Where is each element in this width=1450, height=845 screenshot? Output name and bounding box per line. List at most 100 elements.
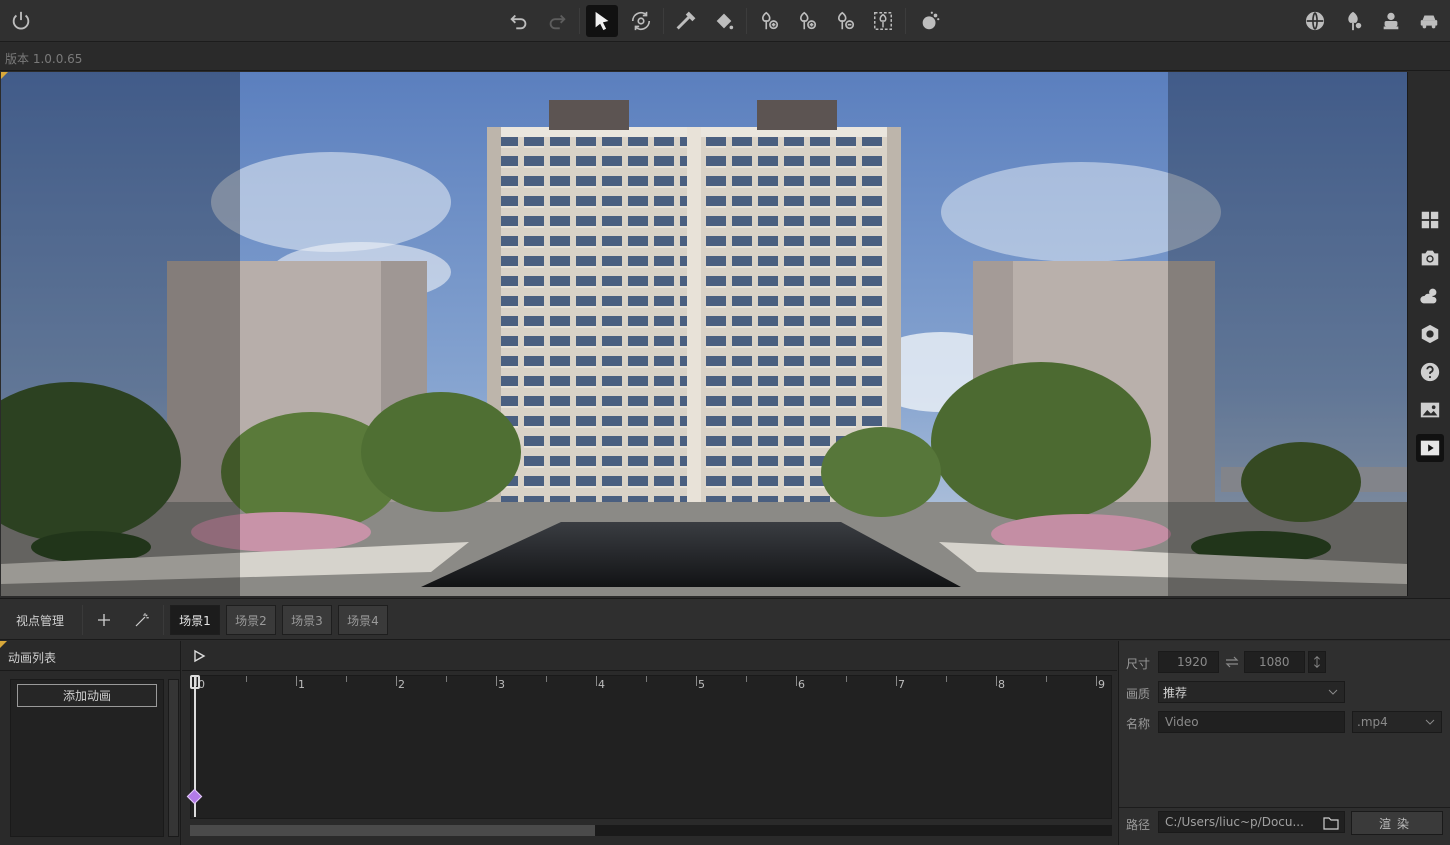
redo-icon[interactable] <box>541 5 573 37</box>
timeline-tick-label: 1 <box>298 678 305 691</box>
globe-icon[interactable] <box>1299 5 1331 37</box>
person-icon[interactable] <box>1375 5 1407 37</box>
car-icon[interactable] <box>1413 5 1445 37</box>
timeline-tick <box>596 676 597 686</box>
format-select[interactable]: .mp4 <box>1352 711 1442 733</box>
image-icon[interactable] <box>1416 396 1444 424</box>
paint-bucket-icon[interactable] <box>708 5 740 37</box>
settings-hex-icon[interactable] <box>1416 320 1444 348</box>
path-input[interactable]: C:/Users/liuc~p/Docu... <box>1158 811 1345 833</box>
timeline-half-tick <box>546 676 547 682</box>
timeline-tick-label: 6 <box>798 678 805 691</box>
animation-list-scrollbar[interactable] <box>168 679 179 837</box>
timeline-tick-label: 5 <box>698 678 705 691</box>
timeline-panel: 0123456789 <box>182 641 1117 845</box>
height-value: 1080 <box>1259 655 1290 669</box>
timeline-tick <box>996 676 997 686</box>
animation-list-panel: 动画列表 添加动画 <box>0 641 181 845</box>
timeline-tick-label: 7 <box>898 678 905 691</box>
viewpoint-divider <box>82 605 83 635</box>
animation-list-divider <box>0 670 181 671</box>
remove-plant-icon[interactable] <box>829 5 861 37</box>
viewpoint-title: 视点管理 <box>16 614 65 628</box>
camera-icon[interactable] <box>1416 244 1444 272</box>
timeline-half-tick <box>946 676 947 682</box>
name-label: 名称 <box>1126 717 1151 731</box>
power-icon[interactable] <box>5 5 37 37</box>
viewpoint-divider <box>163 605 164 635</box>
timeline-tick <box>696 676 697 686</box>
add-plant-icon[interactable] <box>791 5 823 37</box>
timeline-tick <box>296 676 297 686</box>
toolbar-divider <box>905 8 906 34</box>
timeline-half-tick <box>346 676 347 682</box>
version-bar: 版本 1.0.0.65 <box>0 43 1450 71</box>
folder-icon[interactable] <box>1323 816 1339 830</box>
toolbar-divider <box>746 8 747 34</box>
toolbar-divider <box>663 8 664 34</box>
scene-tab-3[interactable]: 场景3 <box>282 605 332 635</box>
chevron-down-icon <box>1425 719 1435 725</box>
timeline-scrollbar[interactable] <box>190 825 1112 836</box>
timeline-tick-label: 2 <box>398 678 405 691</box>
scene-tab-2[interactable]: 场景2 <box>226 605 276 635</box>
playhead-handle[interactable] <box>190 675 200 689</box>
timeline-track[interactable]: 0123456789 <box>190 675 1112 819</box>
orbit-icon[interactable] <box>625 5 657 37</box>
width-value: 1920 <box>1177 655 1208 669</box>
timeline-tick <box>896 676 897 686</box>
name-input[interactable]: Video <box>1158 711 1345 733</box>
render-viewport[interactable] <box>1 72 1407 596</box>
render-button[interactable]: 渲染 <box>1351 811 1443 835</box>
scene-render-image <box>1 72 1407 596</box>
path-label: 路径 <box>1126 818 1151 832</box>
scene-tab-1[interactable]: 场景1 <box>170 605 220 635</box>
format-value: .mp4 <box>1357 715 1388 729</box>
width-input[interactable]: 1920 <box>1158 651 1219 673</box>
quality-label: 画质 <box>1126 687 1151 701</box>
path-value: C:/Users/liuc~p/Docu... <box>1165 815 1304 829</box>
tree-library-icon[interactable] <box>1337 5 1369 37</box>
select-plant-icon[interactable] <box>867 5 899 37</box>
quality-select[interactable]: 推荐 <box>1158 681 1345 703</box>
side-tool-panel <box>1407 72 1450 596</box>
name-value: Video <box>1165 715 1199 729</box>
weather-effect-icon[interactable] <box>914 5 946 37</box>
timeline-half-tick <box>846 676 847 682</box>
magic-wand-icon[interactable] <box>131 609 153 631</box>
eyedropper-icon[interactable] <box>670 5 702 37</box>
timeline-half-tick <box>1046 676 1047 682</box>
timeline-tick <box>396 676 397 686</box>
add-animation-button[interactable]: 添加动画 <box>17 684 157 707</box>
panel-corner-marker <box>0 641 7 648</box>
timeline-tick <box>496 676 497 686</box>
timeline-tick-label: 3 <box>498 678 505 691</box>
timeline-tick-label: 8 <box>998 678 1005 691</box>
scene-tab-4[interactable]: 场景4 <box>338 605 388 635</box>
play-icon[interactable] <box>192 649 206 663</box>
height-input[interactable]: 1080 <box>1244 651 1305 673</box>
viewpoint-bar: 视点管理 场景1 场景2 场景3 场景4 <box>0 598 1450 640</box>
timeline-tick <box>1096 676 1097 686</box>
grid-icon[interactable] <box>1416 206 1444 234</box>
viewport-corner-marker <box>1 72 8 79</box>
timeline-tick-label: 9 <box>1098 678 1105 691</box>
add-viewpoint-icon[interactable] <box>93 609 115 631</box>
timeline-tick-label: 4 <box>598 678 605 691</box>
animation-list-title: 动画列表 <box>8 651 57 665</box>
swap-icon[interactable] <box>1225 655 1239 669</box>
timeline-half-tick <box>246 676 247 682</box>
timeline-half-tick <box>646 676 647 682</box>
animation-list[interactable]: 添加动画 <box>10 679 164 837</box>
lock-ratio-button[interactable] <box>1308 651 1326 673</box>
timeline-half-tick <box>446 676 447 682</box>
weather-icon[interactable] <box>1416 282 1444 310</box>
chevron-down-icon <box>1328 689 1338 695</box>
add-tree-icon[interactable] <box>753 5 785 37</box>
undo-icon[interactable] <box>503 5 535 37</box>
video-play-icon[interactable] <box>1416 434 1444 462</box>
timeline-half-tick <box>746 676 747 682</box>
help-icon[interactable] <box>1416 358 1444 386</box>
timeline-scrollbar-thumb[interactable] <box>190 825 595 836</box>
select-arrow-icon[interactable] <box>586 5 618 37</box>
